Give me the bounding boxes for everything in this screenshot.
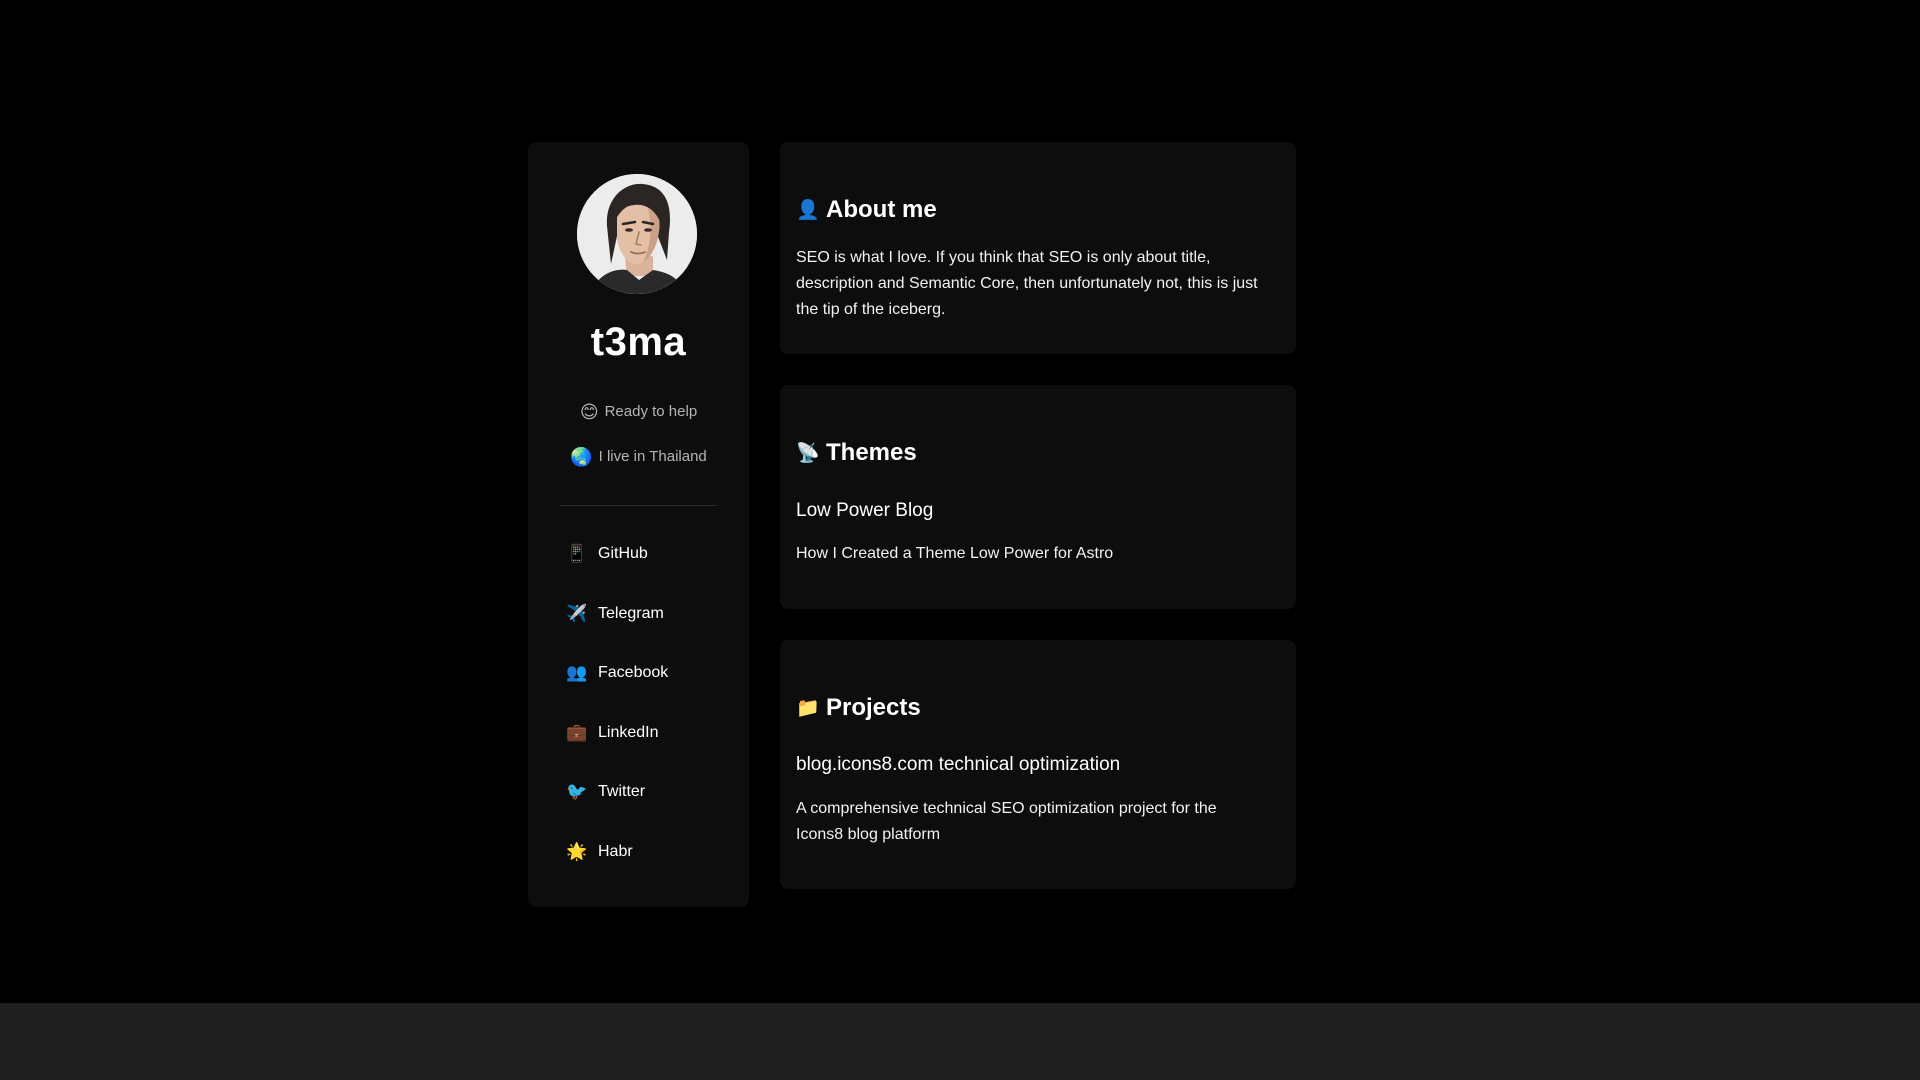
project-item-description[interactable]: A comprehensive technical SEO optimizati… [796,796,1266,848]
social-link-label: GitHub [598,545,648,562]
smiling-face-icon: 😊 [579,402,599,422]
social-link-github[interactable]: 📱 GitHub [565,542,648,566]
page: t3ma 😊 Ready to help 🌏 I live in Thailand … [0,0,1920,1003]
about-heading: 👤 About me [796,196,937,224]
avatar-illustration [577,174,697,294]
projects-heading-text: Projects [826,694,921,721]
social-link-facebook[interactable]: 👥 Facebook [565,661,668,685]
mobile-phone-icon: 📱 [566,544,588,563]
avatar [577,174,697,294]
briefcase-icon: 💼 [566,723,588,742]
globe-icon: 🌏 [570,447,593,467]
themes-card: 📡 Themes Low Power Blog How I Created a … [780,385,1296,609]
bird-icon: 🐦 [566,782,588,801]
sidebar-divider [560,505,717,506]
social-link-label: Facebook [598,664,669,681]
projects-card: 📁 Projects blog.icons8.com technical opt… [780,640,1296,889]
person-icon: 👤 [796,200,820,221]
theme-item-description[interactable]: How I Created a Theme Low Power for Astr… [796,541,1266,567]
social-link-twitter[interactable]: 🐦 Twitter [565,780,645,804]
location-text: I live in Thailand [598,448,707,465]
status-line: 😊 Ready to help [528,402,749,423]
social-link-linkedin[interactable]: 💼 LinkedIn [565,721,659,745]
status-text: Ready to help [604,403,698,420]
location-line: 🌏 I live in Thailand [528,447,749,468]
social-link-label: Twitter [598,783,646,800]
projects-heading: 📁 Projects [796,694,921,722]
themes-heading-text: Themes [826,439,917,466]
folder-icon: 📁 [796,698,820,719]
project-item-title[interactable]: blog.icons8.com technical optimization [796,754,1120,776]
themes-heading: 📡 Themes [796,439,917,467]
about-heading-text: About me [826,196,937,223]
satellite-icon: 📡 [796,443,820,464]
social-link-label: LinkedIn [598,724,659,741]
star-icon: 🌟 [566,842,588,861]
profile-sidebar: t3ma 😊 Ready to help 🌏 I live in Thailand … [528,142,749,907]
theme-item-title[interactable]: Low Power Blog [796,500,933,522]
about-card: 👤 About me SEO is what I love. If you th… [780,142,1296,354]
about-text: SEO is what I love. If you think that SE… [796,249,1258,318]
footer-band [0,1003,1920,1080]
people-icon: 👥 [566,663,588,682]
airplane-icon: ✈️ [566,604,588,623]
social-link-telegram[interactable]: ✈️ Telegram [565,602,664,626]
social-link-label: Telegram [598,605,664,622]
social-link-habr[interactable]: 🌟 Habr [565,840,633,864]
profile-name: t3ma [590,320,687,364]
social-link-label: Habr [598,843,633,860]
